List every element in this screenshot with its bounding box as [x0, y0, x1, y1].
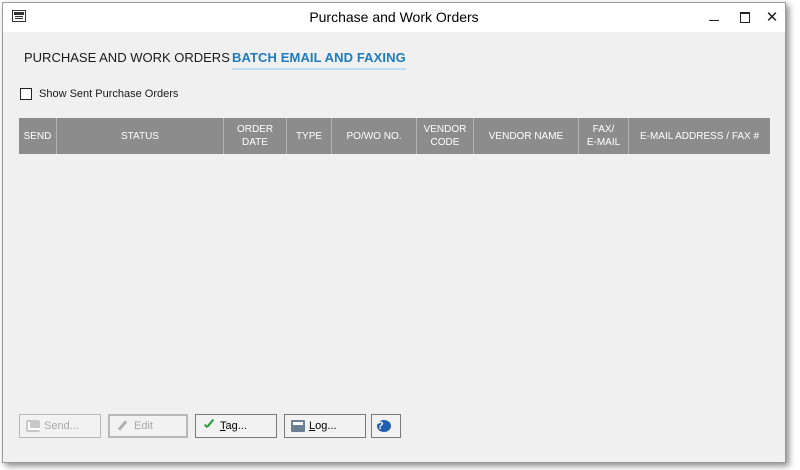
show-sent-toggle[interactable]: Show Sent Purchase Orders — [20, 88, 178, 100]
col-header-label: CODE — [430, 137, 460, 148]
tag-button-label: Tag... — [220, 420, 247, 432]
col-email-address-fax[interactable]: E-MAIL ADDRESS / FAX # — [629, 118, 770, 154]
close-button[interactable]: ✕ — [761, 7, 783, 27]
tab-purchase-work-orders[interactable]: PURCHASE AND WORK ORDERS — [24, 50, 230, 65]
tab-batch-email-faxing[interactable]: BATCH EMAIL AND FAXING — [232, 50, 406, 70]
col-header-label: VENDOR NAME — [488, 130, 564, 142]
send-button[interactable]: Send... — [19, 414, 101, 438]
maximize-button[interactable] — [734, 7, 756, 27]
col-po-wo-no[interactable]: PO/WO NO. — [332, 118, 417, 154]
edit-button[interactable]: Edit — [108, 414, 188, 438]
printer-icon — [291, 420, 305, 432]
window-title: Purchase and Work Orders — [309, 9, 479, 25]
col-order-date[interactable]: ORDER DATE — [224, 118, 287, 154]
col-header-label: DATE — [242, 137, 268, 148]
col-send[interactable]: SEND — [19, 118, 57, 154]
show-sent-checkbox[interactable] — [20, 88, 32, 100]
title-bar: Purchase and Work Orders ✕ — [3, 3, 785, 32]
col-header-label: ORDER — [236, 124, 274, 135]
log-button[interactable]: Log... — [284, 414, 366, 438]
col-type[interactable]: TYPE — [287, 118, 332, 154]
col-header-label: E-MAIL ADDRESS / FAX # — [639, 130, 760, 142]
show-sent-label: Show Sent Purchase Orders — [39, 88, 179, 100]
log-button-label: Log... — [309, 420, 337, 432]
col-header-label: VENDOR — [423, 124, 467, 135]
col-vendor-code[interactable]: VENDOR CODE — [417, 118, 474, 154]
checkmark-icon — [202, 420, 216, 432]
col-fax-email[interactable]: FAX/E-MAIL — [579, 118, 629, 154]
envelope-icon — [26, 420, 40, 432]
col-header-label: FAX/ — [592, 124, 615, 135]
col-vendor-name[interactable]: VENDOR NAME — [474, 118, 579, 154]
help-icon: ? — [377, 420, 391, 432]
col-header-label: E-MAIL — [586, 137, 621, 148]
client-area: PURCHASE AND WORK ORDERS BATCH EMAIL AND… — [3, 32, 785, 462]
minimize-button[interactable] — [703, 7, 725, 27]
col-header-label: SEND — [23, 130, 52, 142]
col-header-label: STATUS — [121, 130, 159, 142]
send-button-label: Send... — [44, 420, 79, 432]
pencil-icon — [116, 420, 130, 432]
tag-button[interactable]: Tag... — [195, 414, 277, 438]
col-status[interactable]: STATUS — [57, 118, 224, 154]
purchase-work-orders-window: Purchase and Work Orders ✕ PURCHASE AND … — [2, 2, 786, 463]
edit-button-label: Edit — [134, 420, 153, 432]
col-header-label: PO/WO NO. — [346, 130, 402, 142]
col-header-label: TYPE — [295, 130, 323, 142]
help-button[interactable]: ? — [371, 414, 401, 438]
orders-grid-header: SEND STATUS ORDER DATE TYPE PO/WO NO. VEN… — [19, 118, 770, 154]
